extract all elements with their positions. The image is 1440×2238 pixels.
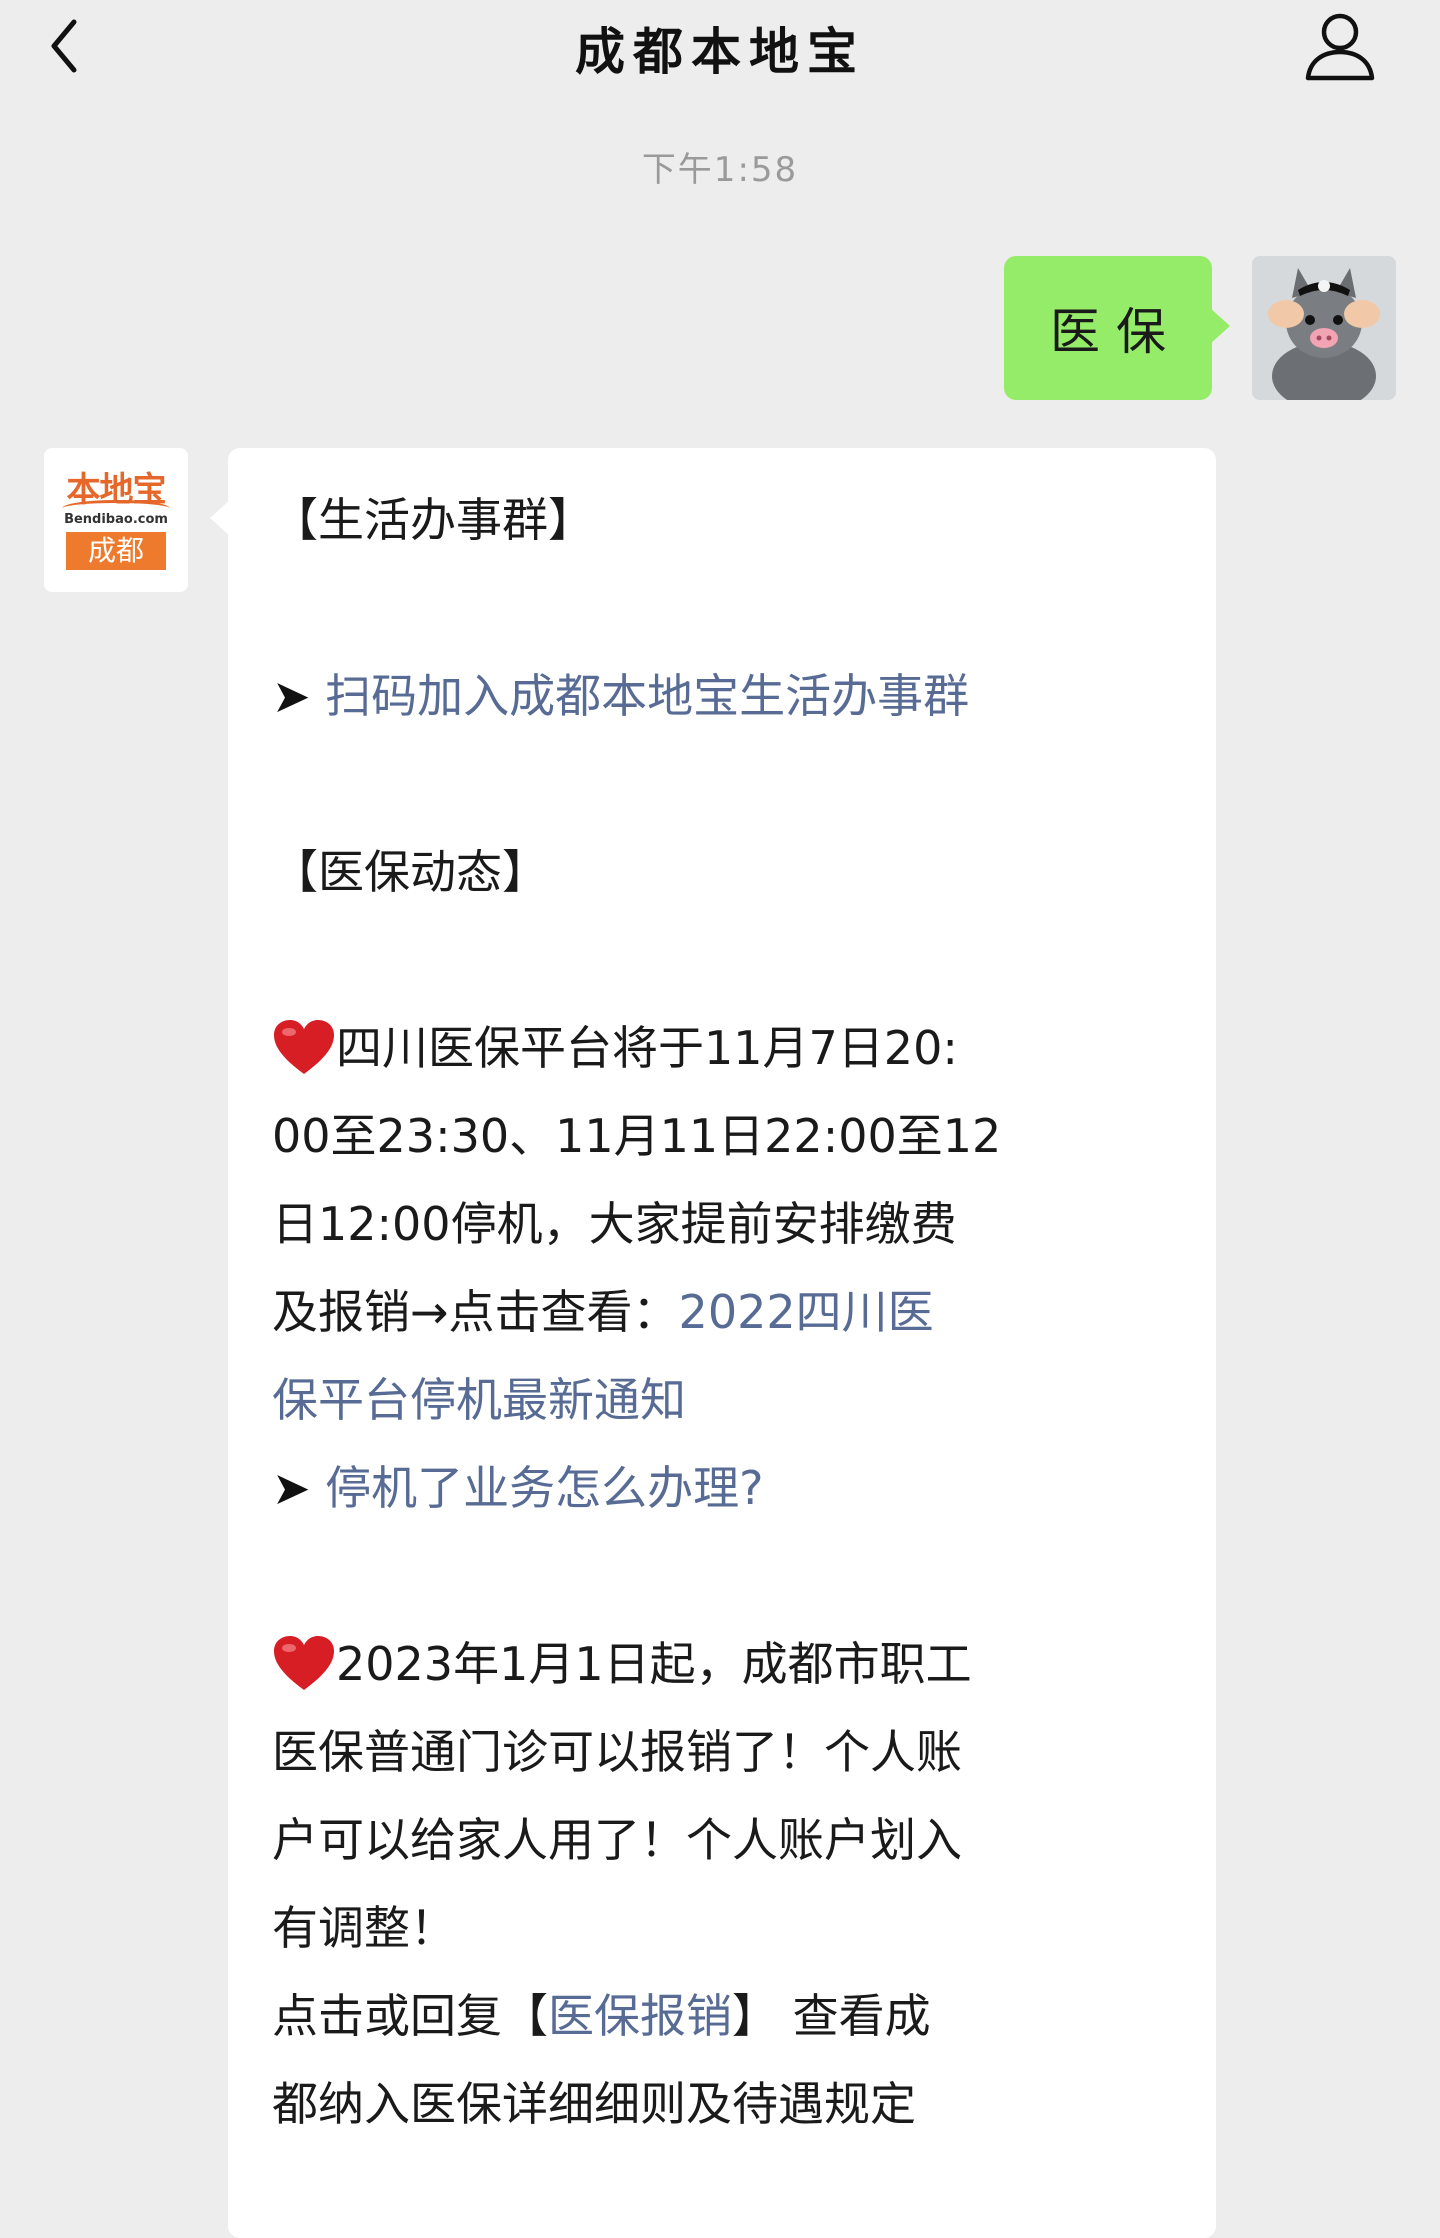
user-outline-icon bbox=[1305, 13, 1375, 81]
logo-domain-text: Bendibao.com bbox=[64, 512, 168, 527]
item1-line-1: 四川医保平台将于11月7日20: bbox=[272, 1018, 958, 1078]
user-message-bubble[interactable]: 医保 bbox=[1004, 256, 1230, 400]
logo-city-text: 成都 bbox=[66, 532, 166, 570]
item2-line-4: 有调整！ bbox=[272, 1901, 456, 1955]
item2-line-3: 户可以给家人用了！个人账户划入 bbox=[272, 1813, 962, 1867]
heart-icon bbox=[274, 1636, 334, 1690]
outage-notice-link-part1[interactable]: 2022四川医 bbox=[679, 1285, 934, 1339]
bot-message-bubble: 【生活办事群】 ➤ 扫码加入成都本地宝生活办事群 【医保动态】 四川医保平台将于… bbox=[210, 448, 1216, 2238]
reply-suffix-text: 】 查看成 bbox=[732, 1989, 931, 2043]
join-group-row: ➤ 扫码加入成都本地宝生活办事群 bbox=[272, 666, 969, 726]
bendibao-avatar[interactable]: 本地宝 Bendibao.com 成都 bbox=[44, 448, 188, 592]
user-avatar[interactable] bbox=[1252, 256, 1396, 400]
item2-last-line: 都纳入医保详细细则及待遇规定 bbox=[272, 2077, 916, 2131]
item2-reply-row: 点击或回复【医保报销】 查看成 bbox=[272, 1986, 931, 2046]
arrow-right-icon: ➤ bbox=[272, 1461, 311, 1515]
item1-line-3: 日12:00停机，大家提前安排缴费 bbox=[272, 1197, 957, 1251]
how-handle-link[interactable]: 停机了业务怎么办理? bbox=[325, 1461, 763, 1515]
item1-line-2: 00至23:30、11月11日22:00至12 bbox=[272, 1109, 1002, 1163]
reply-prefix-text: 点击或回复【 bbox=[272, 1989, 548, 2043]
outage-notice-link-part2[interactable]: 保平台停机最新通知 bbox=[272, 1370, 686, 1430]
item2-line-1: 2023年1月1日起，成都市职工 bbox=[272, 1634, 972, 1694]
arrow-right-icon: ➤ bbox=[272, 669, 311, 723]
top-bar: 成都本地宝 bbox=[0, 0, 1440, 128]
cat-avatar-image bbox=[1252, 256, 1396, 400]
message-timestamp: 下午1:58 bbox=[641, 150, 799, 190]
section-title-group: 【生活办事群】 bbox=[272, 493, 594, 547]
how-handle-row: ➤ 停机了业务怎么办理? bbox=[272, 1458, 764, 1518]
chat-info-button[interactable] bbox=[1300, 8, 1380, 88]
item1-text-4: 及报销→点击查看： bbox=[272, 1285, 679, 1339]
item1-line-4: 及报销→点击查看：2022四川医 bbox=[272, 1282, 934, 1342]
section-title-medical: 【医保动态】 bbox=[272, 845, 548, 899]
user-message-text: 医保 bbox=[1050, 303, 1182, 361]
item2-line-2: 医保普通门诊可以报销了！个人账 bbox=[272, 1725, 962, 1779]
item1-text-1: 四川医保平台将于11月7日20: bbox=[336, 1021, 958, 1075]
medical-reimbursement-link[interactable]: 医保报销 bbox=[548, 1989, 732, 2043]
chat-title: 成都本地宝 bbox=[575, 23, 865, 81]
heart-icon bbox=[274, 1020, 334, 1074]
join-group-link[interactable]: 扫码加入成都本地宝生活办事群 bbox=[325, 669, 969, 723]
item2-text-1: 2023年1月1日起，成都市职工 bbox=[336, 1637, 972, 1691]
